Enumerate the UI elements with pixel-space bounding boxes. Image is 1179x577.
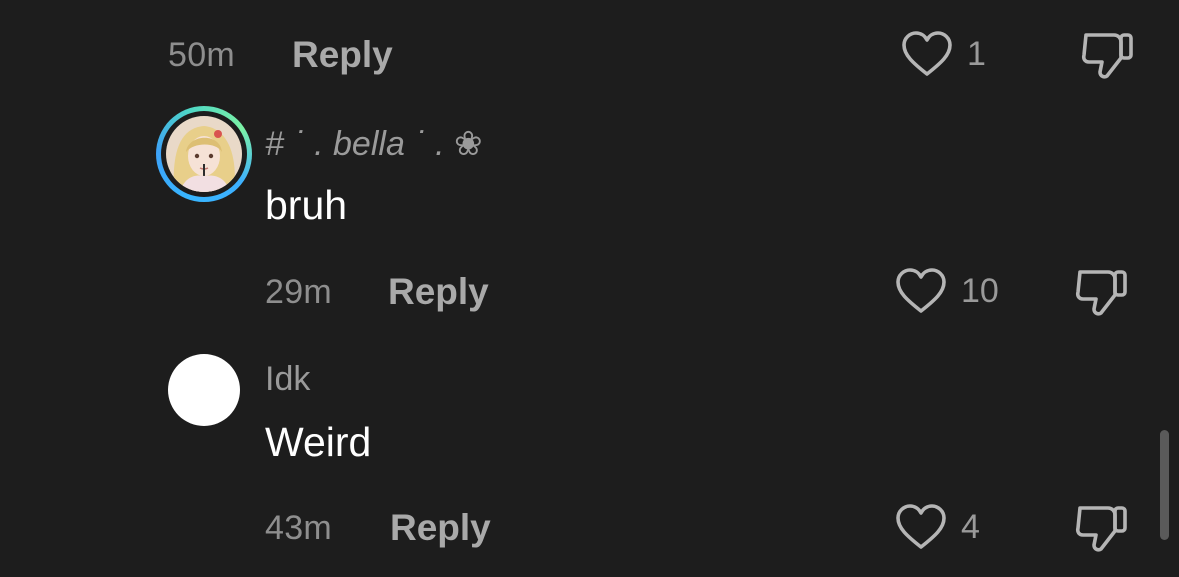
thumbs-down-icon[interactable]: [1080, 28, 1134, 80]
comment-timestamp: 50m: [168, 36, 236, 74]
comments-screen: 50m Reply 1 # ˙ . bella ˙ . ❀ bruh 29m R…: [0, 0, 1179, 577]
heart-icon[interactable]: [895, 267, 947, 315]
heart-icon[interactable]: [895, 503, 947, 551]
comment-timestamp: 29m: [265, 273, 333, 311]
user-avatar[interactable]: [156, 106, 252, 202]
avatar-image: [166, 116, 242, 192]
like-count: 10: [961, 271, 999, 310]
user-avatar[interactable]: [168, 354, 240, 426]
heart-icon[interactable]: [901, 30, 953, 78]
reply-button[interactable]: Reply: [292, 34, 393, 76]
scrollbar[interactable]: [1160, 430, 1169, 540]
like-button[interactable]: 1: [901, 28, 986, 80]
thumbs-down-icon[interactable]: [1074, 501, 1128, 553]
comment-actions-row: 43m Reply 4: [0, 497, 1179, 557]
reply-button[interactable]: Reply: [390, 507, 491, 549]
comment-text: Weird: [265, 419, 372, 465]
thumbs-down-icon[interactable]: [1074, 265, 1128, 317]
comment-actions-row: 50m Reply 1: [0, 24, 1179, 84]
comment-actions-row: 29m Reply 10: [0, 261, 1179, 321]
comment-username[interactable]: # ˙ . bella ˙ . ❀: [265, 124, 482, 164]
like-count: 1: [967, 34, 986, 73]
like-button[interactable]: 10: [895, 265, 999, 317]
comment-timestamp: 43m: [265, 509, 333, 547]
like-count: 4: [961, 507, 980, 546]
comment-text: bruh: [265, 182, 348, 228]
comment-username[interactable]: Idk: [265, 360, 310, 399]
avatar-ring-gap: [161, 111, 247, 197]
like-button[interactable]: 4: [895, 501, 980, 553]
reply-button[interactable]: Reply: [388, 271, 489, 313]
